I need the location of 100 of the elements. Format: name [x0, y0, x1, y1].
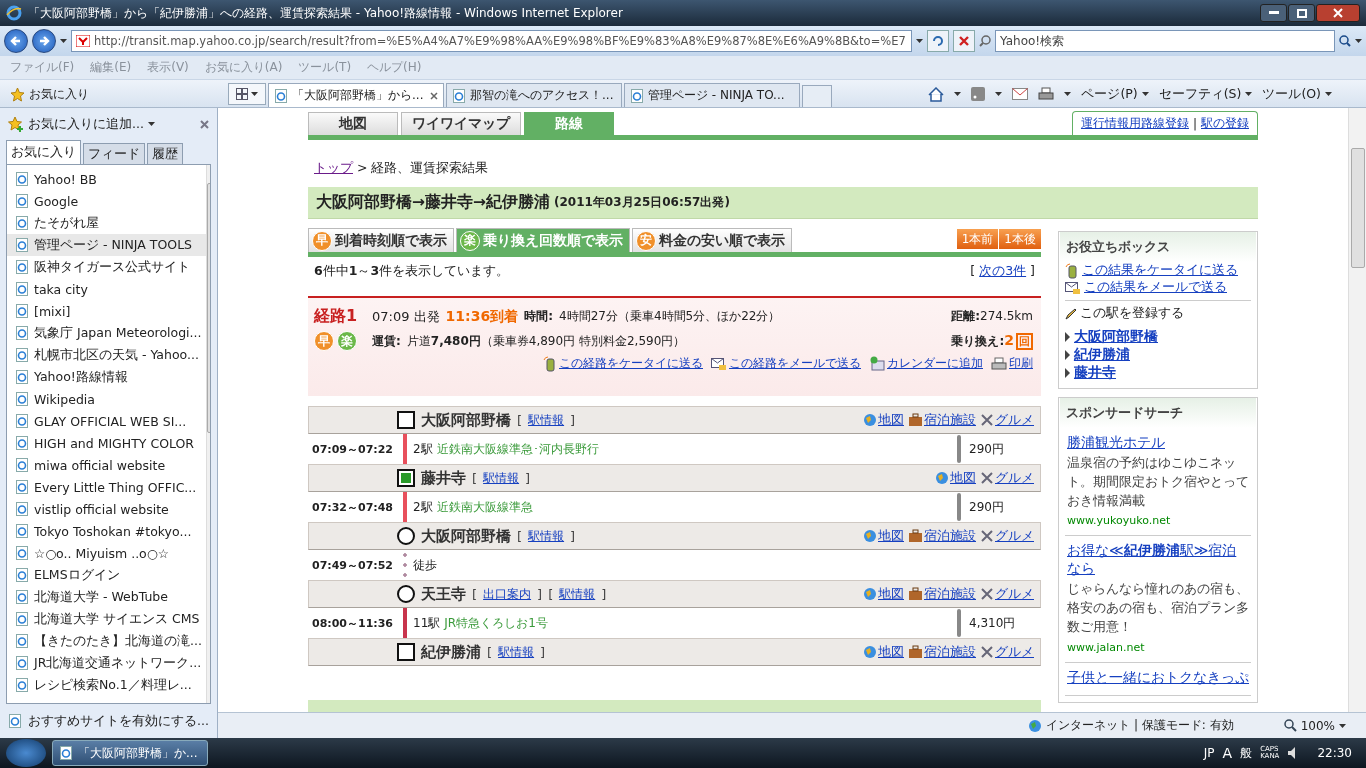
favorite-item[interactable]: Tokyo Toshokan #tokyo... [7, 520, 206, 542]
address-field[interactable]: http://transit.map.yahoo.co.jp/search/result?from=%E5%A4%A7%E9%98%AA%E9%98%BF%E9%83%A8%E9%87%8E%E6%A9%8B&to=%E7 [71, 30, 912, 52]
favorite-item[interactable]: GLAY OFFICIAL WEB SI... [7, 410, 206, 432]
next-results-link[interactable]: 次の3件 [979, 263, 1027, 280]
favorite-item[interactable]: JR北海道交通ネットワーク... [7, 652, 206, 674]
favorite-item[interactable]: miwa official website [7, 454, 206, 476]
station-info-link[interactable]: 駅情報 [528, 527, 565, 545]
favorite-item[interactable]: Yahoo! BB [7, 168, 206, 190]
ime-mode[interactable]: A [1222, 745, 1233, 761]
close-icon[interactable] [200, 119, 209, 129]
mail-icon[interactable] [1012, 88, 1029, 100]
favorite-item[interactable]: vistlip official website [7, 498, 206, 520]
language-indicator[interactable]: JP [1203, 746, 1215, 760]
station-info-link[interactable]: 駅情報 [498, 643, 535, 661]
scrollbar-thumb[interactable] [1350, 148, 1365, 268]
route-action-link[interactable]: カレンダーに追加 [887, 355, 983, 372]
station-link[interactable]: 宿泊施設 [924, 527, 976, 545]
start-button[interactable] [6, 739, 46, 767]
favorites-button[interactable]: お気に入り [4, 81, 226, 107]
station-link[interactable]: グルメ [995, 585, 1034, 603]
favorite-item[interactable]: 北海道大学 サイエンス CMS [7, 608, 206, 630]
favorite-item[interactable]: [mixi] [7, 300, 206, 322]
breadcrumb-link[interactable]: トップ [314, 160, 353, 177]
station-info-link[interactable]: 駅情報 [559, 585, 596, 603]
maximize-button[interactable] [1288, 4, 1315, 22]
send-link[interactable]: この結果をケータイに送る [1082, 262, 1238, 279]
search-field[interactable]: Yahoo!検索 [995, 30, 1335, 52]
favorite-item[interactable]: 【きたのたき】北海道の滝... [7, 630, 206, 652]
back-button[interactable] [4, 29, 28, 53]
add-to-favorites-button[interactable]: お気に入りに追加... [28, 115, 144, 133]
favorite-item[interactable]: Google [7, 190, 206, 212]
station-link[interactable]: 地図 [950, 469, 976, 487]
forward-button[interactable] [32, 29, 56, 53]
pane-tab[interactable]: フィード [83, 143, 145, 164]
close-tab-icon[interactable] [430, 91, 438, 100]
station-link[interactable]: 宿泊施設 [924, 643, 976, 661]
station-link[interactable]: 地図 [878, 643, 904, 661]
favorite-item[interactable]: HIGH and MIGHTY COLOR [7, 432, 206, 454]
command-menu[interactable]: ツール(O) [1262, 85, 1332, 103]
favorite-item[interactable]: 北海道大学 - WebTube [7, 586, 206, 608]
quick-tabs-button[interactable] [228, 83, 266, 105]
favorite-item[interactable]: Yahoo!路線情報 [7, 366, 206, 388]
station-link[interactable]: グルメ [995, 527, 1034, 545]
suggested-sites-link[interactable]: おすすめサイトを有効にする... [28, 712, 209, 730]
stop-button[interactable] [953, 30, 975, 52]
browser-tab[interactable]: 管理ページ - NINJA TO... [624, 83, 800, 107]
search-icon[interactable] [1339, 35, 1351, 47]
favorite-item[interactable]: レシピ検索No.1／料理レ... [7, 674, 206, 696]
route-action-link[interactable]: この経路をメールで送る [729, 355, 861, 372]
station-link[interactable]: グルメ [995, 411, 1034, 429]
zoom-icon[interactable] [1283, 719, 1297, 732]
minimize-button[interactable] [1260, 4, 1287, 22]
favorite-item[interactable]: 気象庁 Japan Meteorologi... [7, 322, 206, 344]
browser-tab[interactable]: 「大阪阿部野橋」から... [268, 83, 444, 107]
station-link[interactable]: 宿泊施設 [924, 585, 976, 603]
favorite-item[interactable]: ☆○o.. Miyuism ..o○☆ [7, 542, 206, 564]
refresh-button[interactable] [927, 30, 949, 52]
station-info-link[interactable]: 出口案内 [483, 585, 532, 603]
route-action-link[interactable]: この経路をケータイに送る [559, 355, 703, 372]
station-info-link[interactable]: 駅情報 [528, 411, 565, 429]
station-link[interactable]: 地図 [878, 585, 904, 603]
station-link[interactable]: 地図 [878, 411, 904, 429]
header-link[interactable]: 駅の登録 [1201, 115, 1249, 132]
favorite-item[interactable]: 阪神タイガース公式サイト [7, 256, 206, 278]
taskbar-button[interactable]: 「大阪阿部野橋」か... [52, 740, 208, 766]
home-icon[interactable] [928, 86, 945, 102]
favorite-item[interactable]: ELMSログイン [7, 564, 206, 586]
pane-tab[interactable]: 履歴 [147, 143, 183, 164]
sort-tab[interactable]: 安 料金の安い順で表示 [632, 228, 792, 252]
favorite-item[interactable]: 管理ページ - NINJA TOOLS [7, 234, 206, 256]
station-link[interactable]: 地図 [878, 527, 904, 545]
station-link[interactable]: グルメ [995, 469, 1034, 487]
header-link[interactable]: 運行情報用路線登録 [1080, 115, 1189, 132]
zoom-level[interactable]: 100% [1300, 718, 1335, 733]
favorite-item[interactable]: taka city [7, 278, 206, 300]
station-link[interactable]: 紀伊勝浦 [1074, 346, 1130, 364]
search-provider-icon[interactable] [979, 35, 991, 47]
route-action-link[interactable]: 印刷 [1009, 355, 1033, 372]
station-link[interactable]: グルメ [995, 643, 1034, 661]
command-menu[interactable]: ページ(P) [1081, 85, 1149, 103]
nav-tab[interactable]: ワイワイマップ [401, 112, 521, 135]
sort-tab[interactable]: 早 到着時刻順で表示 [308, 228, 454, 252]
station-info-link[interactable]: 駅情報 [483, 469, 520, 487]
favorite-item[interactable]: 札幌市北区の天気 - Yahoo... [7, 344, 206, 366]
station-link[interactable]: 宿泊施設 [924, 411, 976, 429]
nav-tab[interactable]: 地図 [308, 112, 398, 135]
station-link[interactable]: 藤井寺 [1074, 364, 1116, 382]
printer-icon[interactable] [1038, 87, 1055, 101]
ad-title-link[interactable]: お得な≪紀伊勝浦駅≫宿泊なら [1067, 542, 1249, 579]
feed-icon[interactable] [971, 87, 986, 101]
command-menu[interactable]: セーフティ(S) [1158, 85, 1253, 103]
favorite-item[interactable]: Wikipedia [7, 388, 206, 410]
favorite-item[interactable]: Every Little Thing OFFIC... [7, 476, 206, 498]
browser-tab[interactable]: 那智の滝へのアクセス！... [446, 83, 622, 107]
ad-title-link[interactable]: 勝浦観光ホテル [1067, 434, 1249, 452]
ad-title-link[interactable]: 子供と一緒におトクなきっぷ [1067, 668, 1249, 687]
pane-tab[interactable]: お気に入り [6, 140, 81, 164]
favorite-item[interactable]: たそがれ屋 [7, 212, 206, 234]
ime-label[interactable]: 般 [1240, 744, 1253, 762]
close-button[interactable] [1316, 4, 1360, 22]
